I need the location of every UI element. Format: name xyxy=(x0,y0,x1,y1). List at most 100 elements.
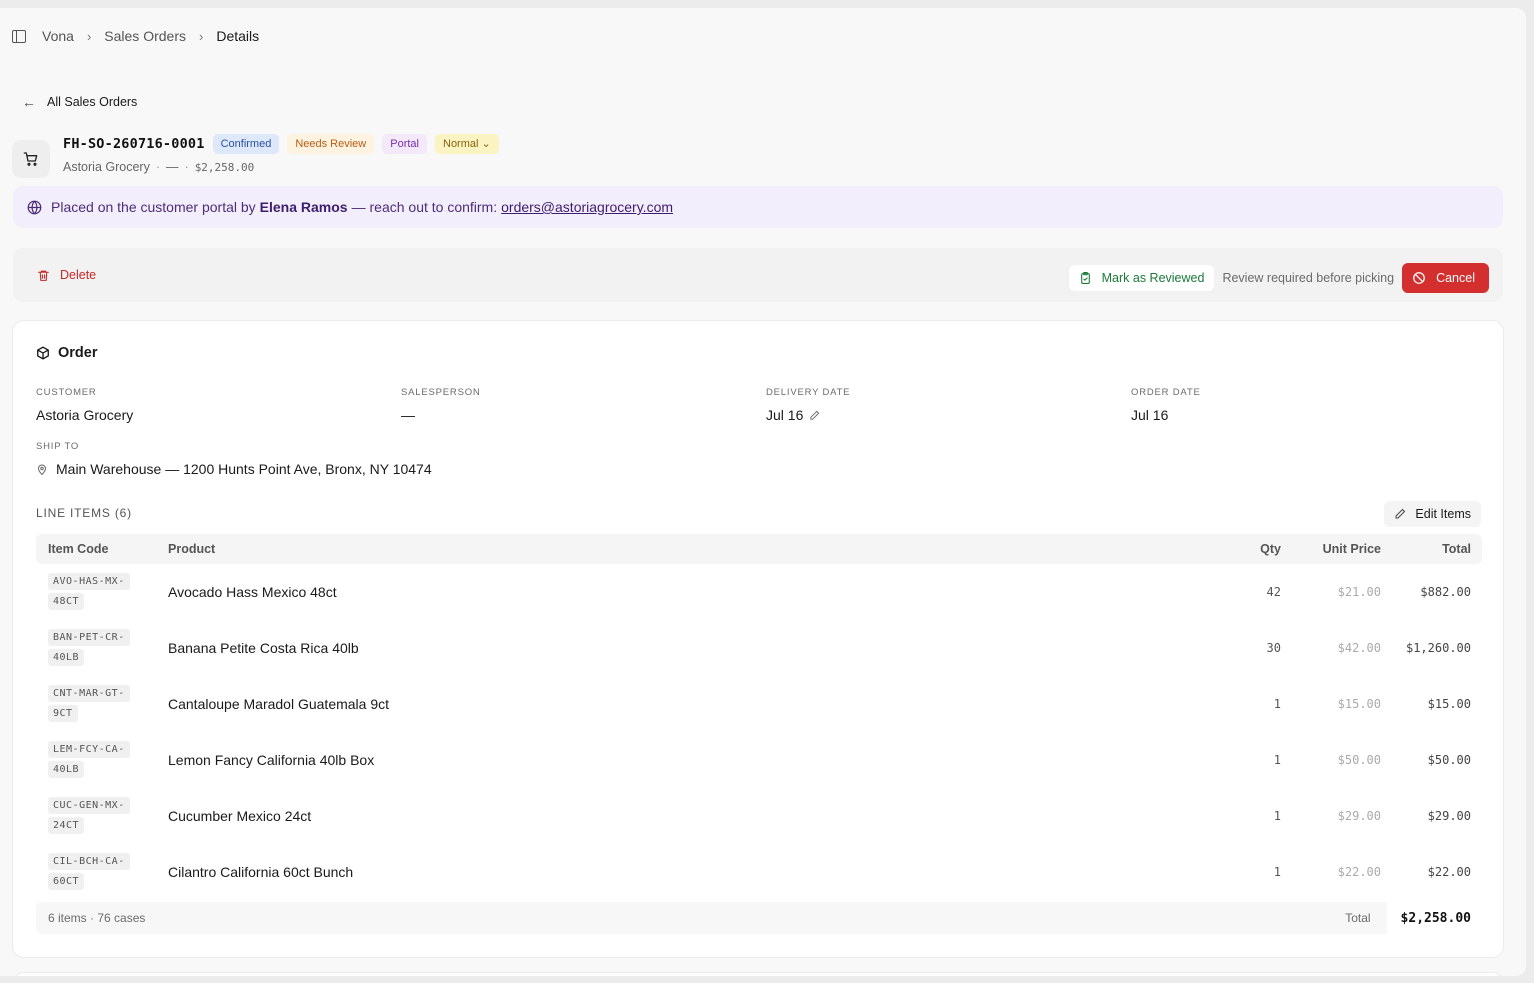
priority-label: Normal xyxy=(443,138,479,150)
line-total: $15.00 xyxy=(1427,697,1471,711)
banner-prefix: Placed on the customer portal by xyxy=(51,199,256,215)
banner-middle: — reach out to confirm: xyxy=(351,199,498,215)
qty: 1 xyxy=(1273,865,1281,879)
ship-to-label: SHIP TO xyxy=(36,441,80,452)
qty: 42 xyxy=(1266,585,1281,599)
cancel-label: Cancel xyxy=(1436,271,1475,285)
mark-reviewed-label: Mark as Reviewed xyxy=(1101,271,1205,285)
breadcrumb-vona[interactable]: Vona xyxy=(42,28,74,44)
item-code: CUC-GEN-MX-24CT xyxy=(48,797,130,834)
trash-icon xyxy=(38,270,49,281)
actions-bar: Delete Mark as Reviewed Review required … xyxy=(13,248,1503,302)
line-total: $29.00 xyxy=(1427,809,1471,823)
col-unit-price: Unit Price xyxy=(1322,542,1381,556)
banner-email-link[interactable]: orders@astoriagrocery.com xyxy=(501,199,673,215)
item-code: CIL-BCH-CA-60CT xyxy=(48,853,130,890)
status-badge-needs-review: Needs Review xyxy=(287,134,375,154)
cancel-button[interactable]: Cancel xyxy=(1402,263,1489,293)
unit-price: $22.00 xyxy=(1337,865,1381,879)
table-row[interactable]: BAN-PET-CR-40LB Banana Petite Costa Rica… xyxy=(36,620,1482,676)
qty: 1 xyxy=(1273,753,1281,767)
unit-price: $21.00 xyxy=(1337,585,1381,599)
review-note: Review required before picking xyxy=(1222,271,1395,285)
line-items-table: Item Code Product Qty Unit Price Total A… xyxy=(36,534,1482,934)
package-icon xyxy=(37,346,49,360)
chevron-down-icon: ⌄ xyxy=(481,138,491,150)
next-card xyxy=(12,972,1504,976)
delivery-date-field: DELIVERY DATE Jul 16 xyxy=(766,387,850,423)
order-date-label: ORDER DATE xyxy=(1131,387,1201,398)
qty: 1 xyxy=(1273,697,1281,711)
customer-field: CUSTOMER Astoria Grocery xyxy=(36,387,133,423)
portal-banner: Placed on the customer portal by Elena R… xyxy=(13,186,1503,228)
product-name: Avocado Hass Mexico 48ct xyxy=(168,584,337,600)
unit-price: $29.00 xyxy=(1337,809,1381,823)
table-row[interactable]: AVO-HAS-MX-48CT Avocado Hass Mexico 48ct… xyxy=(36,564,1482,620)
globe-icon xyxy=(27,200,42,215)
total-label: Total xyxy=(1345,911,1371,925)
product-name: Lemon Fancy California 40lb Box xyxy=(168,752,375,768)
salesperson-label: SALESPERSON xyxy=(401,387,481,398)
delivery-date-label: DELIVERY DATE xyxy=(766,387,851,398)
card-title-label: Order xyxy=(58,345,98,361)
unit-price: $15.00 xyxy=(1337,697,1381,711)
back-link[interactable]: ← All Sales Orders xyxy=(22,94,137,110)
edit-items-label: Edit Items xyxy=(1415,507,1471,521)
order-amount: $2,258.00 xyxy=(194,160,255,174)
customer-label: CUSTOMER xyxy=(36,387,97,398)
qty: 1 xyxy=(1273,809,1281,823)
line-total: $1,260.00 xyxy=(1405,641,1471,655)
item-code: CNT-MAR-GT-9CT xyxy=(48,685,130,722)
table-row[interactable]: CIL-BCH-CA-60CT Cilantro California 60ct… xyxy=(36,844,1482,900)
pencil-icon xyxy=(1395,508,1406,519)
line-total: $50.00 xyxy=(1427,753,1471,767)
order-number: FH-SO-260716-0001 xyxy=(63,136,205,152)
product-name: Cucumber Mexico 24ct xyxy=(168,808,312,824)
mark-reviewed-button[interactable]: Mark as Reviewed xyxy=(1068,265,1215,291)
order-header: FH-SO-260716-0001 Confirmed Needs Review… xyxy=(12,132,499,178)
qty: 30 xyxy=(1266,641,1281,655)
map-pin-icon xyxy=(37,464,47,475)
table-header: Item Code Product Qty Unit Price Total xyxy=(36,534,1482,564)
ship-to-value: Main Warehouse — 1200 Hunts Point Ave, B… xyxy=(56,461,432,477)
col-qty: Qty xyxy=(1260,542,1281,556)
chevron-right-icon: › xyxy=(86,28,92,44)
grand-total: $2,258.00 xyxy=(1386,902,1482,934)
status-badge-confirmed: Confirmed xyxy=(212,134,280,154)
table-row[interactable]: CUC-GEN-MX-24CT Cucumber Mexico 24ct 1 $… xyxy=(36,788,1482,844)
breadcrumb-details: Details xyxy=(216,28,260,44)
delete-label: Delete xyxy=(60,268,97,282)
delivery-date-value: Jul 16 xyxy=(766,407,804,423)
order-customer: Astoria Grocery xyxy=(63,160,150,174)
items-summary: 6 items · 76 cases xyxy=(48,911,146,925)
unit-price: $42.00 xyxy=(1337,641,1381,655)
salesperson-value: — xyxy=(401,407,415,423)
col-item-code: Item Code xyxy=(48,542,109,556)
table-row[interactable]: LEM-FCY-CA-40LB Lemon Fancy California 4… xyxy=(36,732,1482,788)
line-items-heading: LINE ITEMS (6) xyxy=(36,506,132,520)
sidebar-toggle-icon[interactable] xyxy=(12,29,26,43)
app-frame: Vona › Sales Orders › Details ← All Sale… xyxy=(0,8,1526,976)
line-total: $882.00 xyxy=(1420,585,1471,599)
breadcrumb-sales-orders[interactable]: Sales Orders xyxy=(104,28,186,44)
clipboard-check-icon xyxy=(1080,272,1090,284)
banner-person: Elena Ramos xyxy=(259,199,348,215)
pencil-icon[interactable] xyxy=(809,410,820,421)
item-code: LEM-FCY-CA-40LB xyxy=(48,741,130,778)
ship-to-field: SHIP TO Main Warehouse — 1200 Hunts Poin… xyxy=(36,441,432,477)
item-code: AVO-HAS-MX-48CT xyxy=(48,573,130,610)
customer-value: Astoria Grocery xyxy=(36,407,134,423)
order-card: Order CUSTOMER Astoria Grocery SALESPERS… xyxy=(12,320,1504,958)
delete-button[interactable]: Delete xyxy=(37,268,96,282)
product-name: Cilantro California 60ct Bunch xyxy=(168,864,354,880)
back-link-label: All Sales Orders xyxy=(47,95,138,109)
order-date-value: Jul 16 xyxy=(1131,407,1169,423)
edit-items-button[interactable]: Edit Items xyxy=(1384,501,1481,527)
product-name: Banana Petite Costa Rica 40lb xyxy=(168,640,359,656)
salesperson-field: SALESPERSON — xyxy=(401,387,481,423)
priority-dropdown[interactable]: Normal ⌄ xyxy=(435,134,499,154)
unit-price: $50.00 xyxy=(1337,753,1381,767)
table-footer: 6 items · 76 cases Total $2,258.00 xyxy=(36,902,1482,934)
card-title: Order xyxy=(36,345,98,361)
table-row[interactable]: CNT-MAR-GT-9CT Cantaloupe Maradol Guatem… xyxy=(36,676,1482,732)
